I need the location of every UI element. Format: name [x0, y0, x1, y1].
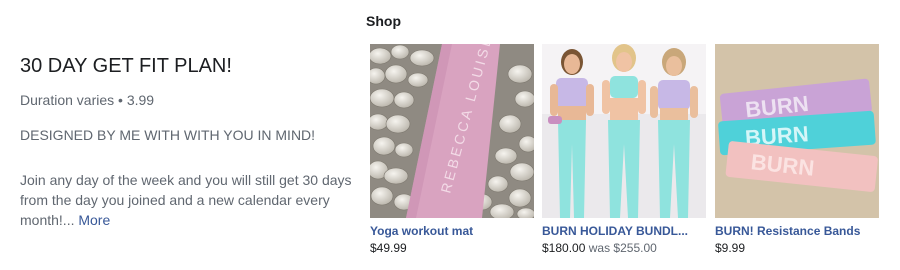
product-price: $180.00 was $255.00 [542, 241, 706, 256]
product-price: $49.99 [370, 241, 407, 255]
product-name[interactable]: BURN HOLIDAY BUNDL... [542, 224, 706, 239]
product-image-resistance-bands[interactable]: BURN BURN BURN [715, 44, 879, 218]
product-price-current: $180.00 [542, 241, 586, 255]
product-price-was: $255.00 [613, 241, 657, 255]
product-price: $9.99 [715, 241, 746, 255]
offer-tagline: DESIGNED BY ME WITH WITH YOU IN MIND! [20, 127, 316, 143]
offer-title: 30 DAY GET FIT PLAN! [20, 55, 232, 77]
offer-description-text: Join any day of the week and you will st… [20, 172, 352, 228]
product-image-holiday-bundle[interactable] [542, 44, 706, 218]
carousel-fade-edge [878, 40, 900, 230]
shop-heading: Shop [366, 13, 401, 29]
offer-meta: Duration varies • 3.99 [20, 92, 155, 108]
product-card-yoga-mat[interactable]: REBECCA LOUISE Yoga workout mat $49.99 [370, 44, 534, 256]
product-price-was-prefix: was [588, 241, 611, 255]
product-image-yoga-mat[interactable]: REBECCA LOUISE [370, 44, 534, 218]
product-card-resistance-bands[interactable]: BURN BURN BURN BURN! Resistance Bands $9… [715, 44, 879, 256]
offer-description: Join any day of the week and you will st… [20, 170, 360, 230]
product-name[interactable]: Yoga workout mat [370, 224, 534, 239]
more-link[interactable]: More [78, 212, 110, 228]
product-name[interactable]: BURN! Resistance Bands [715, 224, 879, 239]
product-card-holiday-bundle[interactable]: BURN HOLIDAY BUNDL... $180.00 was $255.0… [542, 44, 706, 256]
